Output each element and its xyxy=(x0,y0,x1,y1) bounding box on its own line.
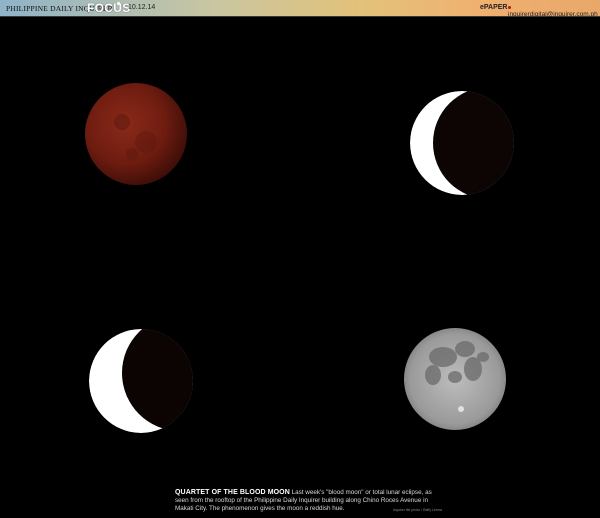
email-link[interactable]: inquirerdigital@inquirer.com.ph xyxy=(508,4,600,18)
section-mark-icon xyxy=(117,2,120,5)
issue-date: 10.12.14 xyxy=(128,4,156,11)
epaper-label[interactable]: ePAPER xyxy=(480,4,508,11)
section-title: FOCUS xyxy=(87,1,131,15)
photo-credit: Inquirer file photo / Raffy Lerma xyxy=(393,508,442,512)
header-bar: PHILIPPINE DAILY INQUIRER FOCUS 10.12.14… xyxy=(0,0,600,18)
blood-moon-photo xyxy=(85,83,187,185)
caption-title: QUARTET OF THE BLOOD MOON xyxy=(175,489,290,496)
full-moon-photo xyxy=(404,328,506,430)
wide-crescent-moon-photo xyxy=(89,329,193,433)
bullet-icon xyxy=(508,5,511,9)
thin-crescent-moon-photo xyxy=(410,91,514,195)
